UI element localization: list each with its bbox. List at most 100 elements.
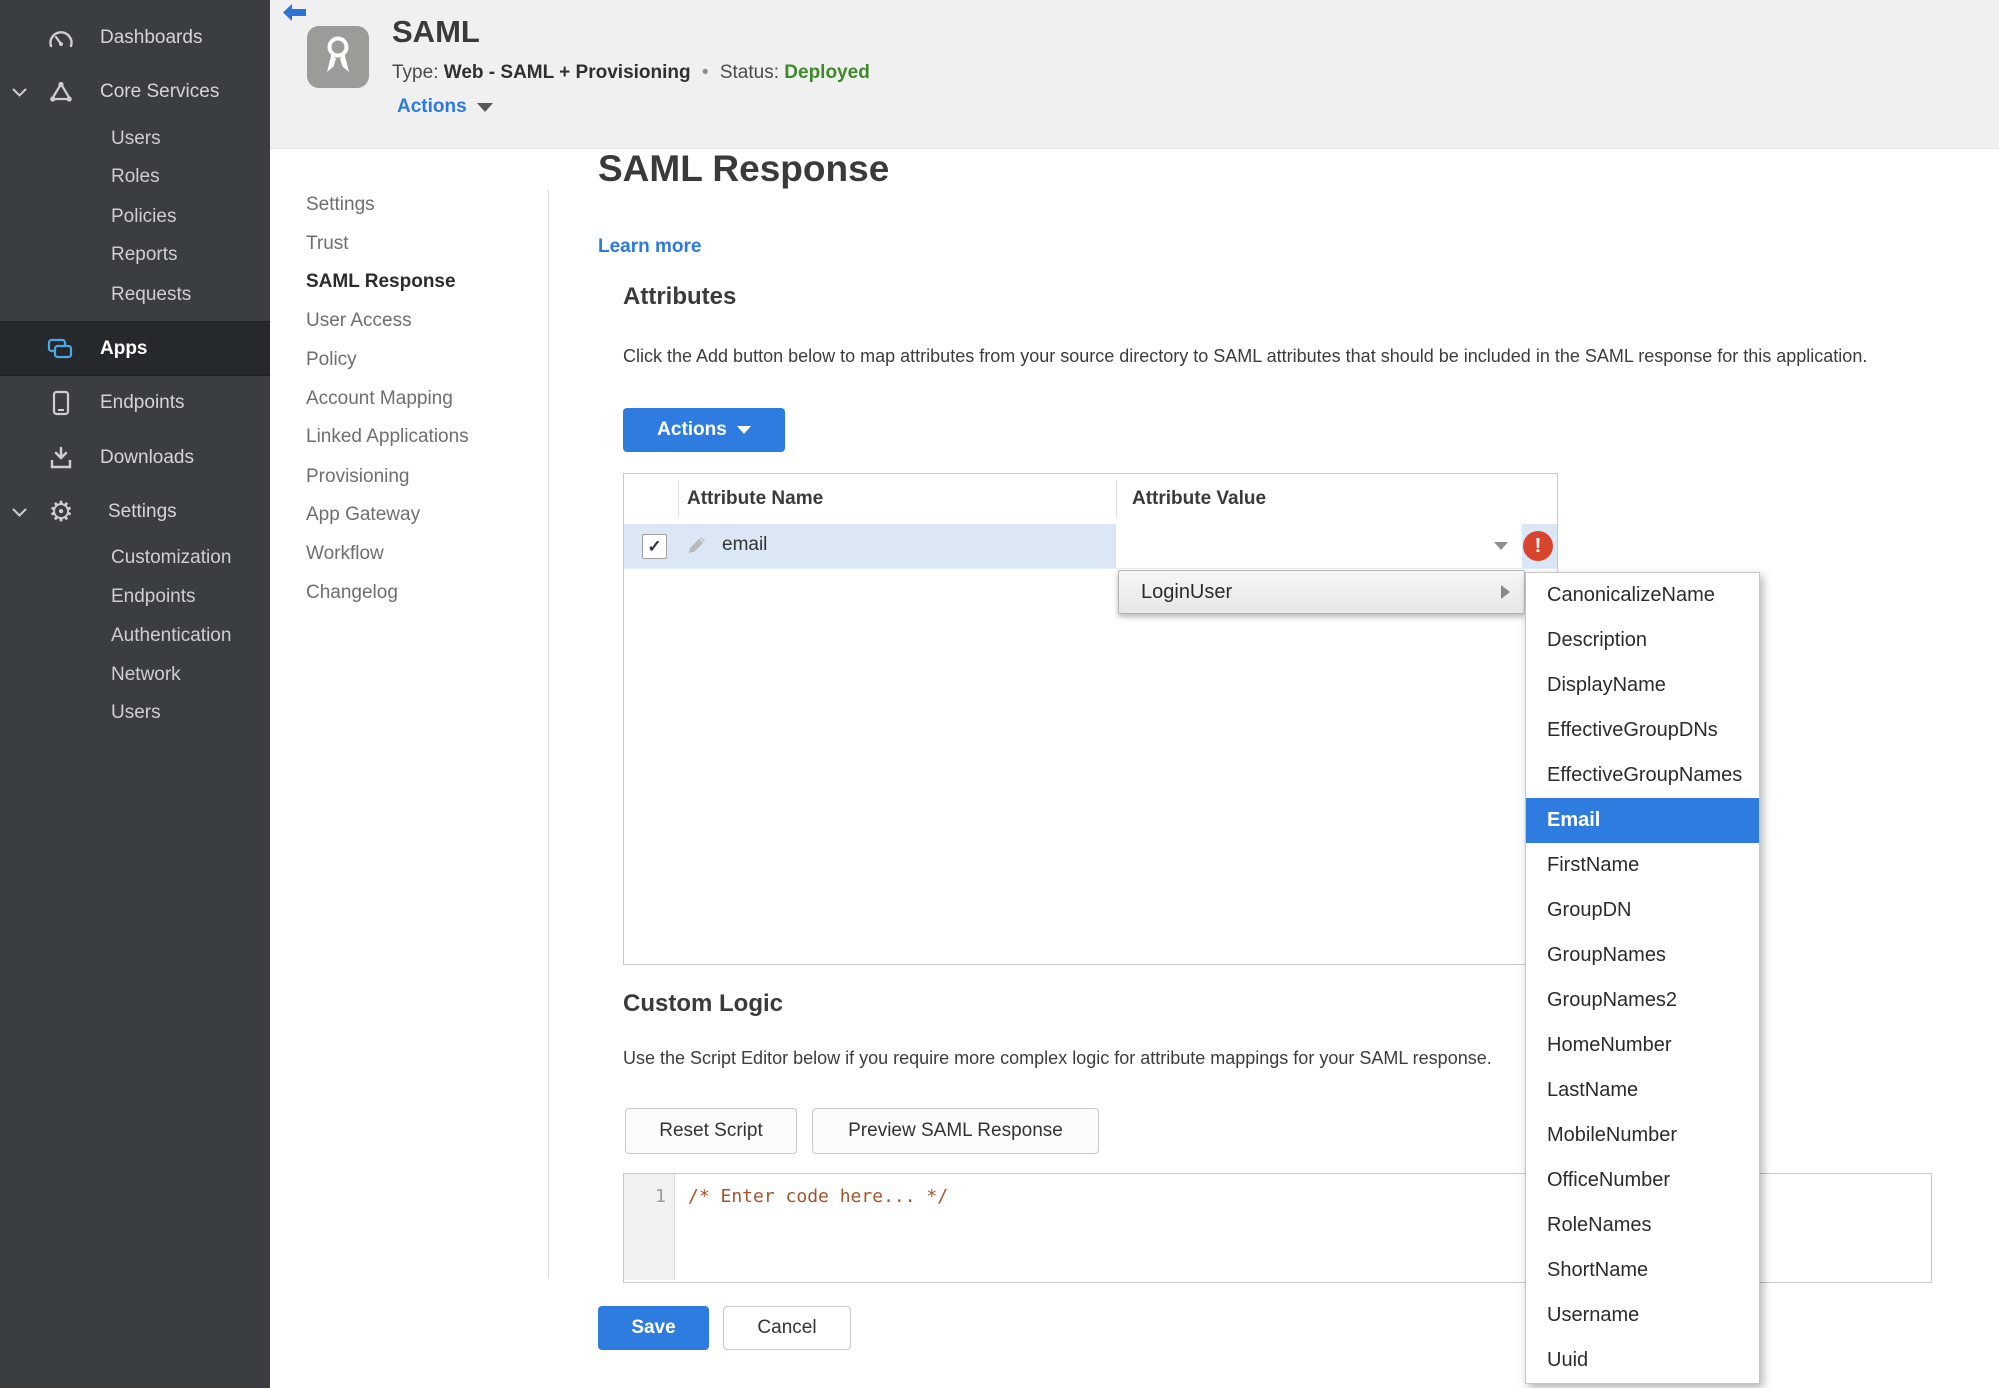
- download-icon: [46, 446, 76, 470]
- menu-option[interactable]: ShortName: [1526, 1248, 1759, 1293]
- caret-down-icon: [476, 102, 493, 112]
- sidebar-item-settings[interactable]: ⚙ Settings: [0, 492, 270, 532]
- column-header-attribute-value: Attribute Value: [1132, 488, 1267, 509]
- type-label: Type:: [392, 62, 439, 83]
- menu-option[interactable]: HomeNumber: [1526, 1023, 1759, 1068]
- attributes-heading: Attributes: [623, 283, 737, 310]
- page-title: SAML: [392, 14, 480, 49]
- tab-linked-applications[interactable]: Linked Applications: [306, 426, 469, 448]
- actions-label: Actions: [397, 96, 467, 117]
- menu-option[interactable]: GroupNames2: [1526, 978, 1759, 1023]
- tab-changelog[interactable]: Changelog: [306, 582, 398, 604]
- sidebar-item-downloads[interactable]: Downloads: [0, 438, 270, 478]
- menu-option-selected[interactable]: Email: [1526, 798, 1759, 843]
- attributes-table: Attribute Name Attribute Value ✓ email !: [623, 473, 1558, 965]
- value-submenu: CanonicalizeName Description DisplayName…: [1525, 572, 1760, 1384]
- save-label: Save: [631, 1317, 676, 1338]
- app-window: Dashboards Core Services Users Roles Pol…: [0, 0, 1999, 1388]
- sidebar-item-label: Endpoints: [100, 392, 185, 413]
- separator: •: [701, 62, 709, 83]
- sidebar-item-apps[interactable]: Apps: [0, 321, 270, 376]
- menu-option[interactable]: Username: [1526, 1293, 1759, 1338]
- menu-option[interactable]: FirstName: [1526, 843, 1759, 888]
- sidebar-item-label: Core Services: [100, 81, 220, 102]
- sidebar: Dashboards Core Services Users Roles Pol…: [0, 0, 270, 1388]
- sidebar-item-reports[interactable]: Reports: [0, 235, 270, 275]
- sidebar-item-requests[interactable]: Requests: [0, 275, 270, 315]
- cancel-label: Cancel: [757, 1317, 817, 1338]
- ribbon-icon: [327, 36, 349, 72]
- editor-code[interactable]: /* Enter code here... */: [688, 1186, 948, 1207]
- menu-option[interactable]: DisplayName: [1526, 663, 1759, 708]
- core-services-icon: [46, 80, 76, 104]
- sidebar-item-label: Network: [111, 664, 181, 685]
- cancel-button[interactable]: Cancel: [723, 1306, 851, 1350]
- sidebar-item-policies[interactable]: Policies: [0, 197, 270, 237]
- table-header: Attribute Name Attribute Value: [624, 474, 1557, 525]
- menu-option[interactable]: OfficeNumber: [1526, 1158, 1759, 1203]
- menu-option[interactable]: EffectiveGroupNames: [1526, 753, 1759, 798]
- tab-app-gateway[interactable]: App Gateway: [306, 504, 420, 526]
- tab-saml-response[interactable]: SAML Response: [306, 271, 456, 293]
- sidebar-item-endpoints-settings[interactable]: Endpoints: [0, 577, 270, 617]
- caret-down-icon: [736, 426, 751, 434]
- tab-workflow[interactable]: Workflow: [306, 543, 384, 565]
- row-checkbox[interactable]: ✓: [642, 534, 667, 559]
- sidebar-item-users[interactable]: Users: [0, 119, 270, 159]
- sidebar-item-roles[interactable]: Roles: [0, 157, 270, 197]
- status-label: Status:: [719, 62, 779, 83]
- type-value: Web - SAML + Provisioning: [443, 62, 691, 83]
- edit-pencil-icon[interactable]: [686, 534, 708, 556]
- apps-icon: [46, 337, 76, 361]
- header-actions-menu[interactable]: Actions: [397, 96, 493, 118]
- sidebar-item-label: Users: [111, 702, 161, 723]
- nav-divider: [548, 190, 549, 1278]
- menu-option[interactable]: Uuid: [1526, 1338, 1759, 1383]
- tab-settings[interactable]: Settings: [306, 194, 375, 216]
- gear-icon: ⚙: [48, 496, 74, 527]
- sidebar-item-network[interactable]: Network: [0, 655, 270, 695]
- tab-user-access[interactable]: User Access: [306, 310, 412, 332]
- caret-down-icon: [1494, 542, 1508, 550]
- sidebar-item-core-services[interactable]: Core Services: [0, 72, 270, 112]
- table-row[interactable]: ✓ email !: [624, 524, 1557, 569]
- sidebar-item-customization[interactable]: Customization: [0, 538, 270, 578]
- menu-option[interactable]: RoleNames: [1526, 1203, 1759, 1248]
- save-button[interactable]: Save: [598, 1306, 709, 1350]
- column-header-attribute-name: Attribute Name: [687, 488, 824, 509]
- sidebar-item-users-settings[interactable]: Users: [0, 693, 270, 733]
- menu-option[interactable]: Description: [1526, 618, 1759, 663]
- menu-option[interactable]: EffectiveGroupDNs: [1526, 708, 1759, 753]
- menu-option[interactable]: MobileNumber: [1526, 1113, 1759, 1158]
- menu-option[interactable]: GroupDN: [1526, 888, 1759, 933]
- column-divider: [1116, 480, 1117, 518]
- back-arrow-icon[interactable]: [283, 4, 306, 21]
- preview-saml-response-button[interactable]: Preview SAML Response: [812, 1108, 1099, 1154]
- sidebar-item-label: Roles: [111, 166, 160, 187]
- custom-logic-description: Use the Script Editor below if you requi…: [623, 1048, 1492, 1068]
- menu-option[interactable]: LastName: [1526, 1068, 1759, 1113]
- column-divider: [678, 480, 679, 518]
- line-number: 1: [655, 1186, 666, 1207]
- sidebar-item-label: Requests: [111, 284, 192, 305]
- attributes-actions-button[interactable]: Actions: [623, 408, 785, 452]
- tab-policy[interactable]: Policy: [306, 349, 357, 371]
- status-badge: Deployed: [784, 62, 870, 83]
- reset-script-button[interactable]: Reset Script: [625, 1108, 797, 1154]
- tab-trust[interactable]: Trust: [306, 233, 349, 255]
- learn-more-link[interactable]: Learn more: [598, 236, 701, 258]
- sidebar-item-dashboards[interactable]: Dashboards: [0, 18, 270, 58]
- attribute-value-dropdown[interactable]: [1116, 524, 1522, 568]
- sidebar-item-authentication[interactable]: Authentication: [0, 616, 270, 656]
- value-menu-loginuser[interactable]: LoginUser: [1118, 570, 1525, 614]
- sidebar-item-label: Authentication: [111, 625, 232, 646]
- chevron-down-icon[interactable]: [12, 508, 27, 517]
- tab-account-mapping[interactable]: Account Mapping: [306, 388, 453, 410]
- menu-option[interactable]: GroupNames: [1526, 933, 1759, 978]
- gauge-icon: [46, 27, 76, 49]
- error-icon: !: [1523, 531, 1553, 561]
- chevron-down-icon[interactable]: [12, 88, 27, 97]
- menu-option[interactable]: CanonicalizeName: [1526, 573, 1759, 618]
- sidebar-item-endpoints[interactable]: Endpoints: [0, 383, 270, 423]
- tab-provisioning[interactable]: Provisioning: [306, 466, 410, 488]
